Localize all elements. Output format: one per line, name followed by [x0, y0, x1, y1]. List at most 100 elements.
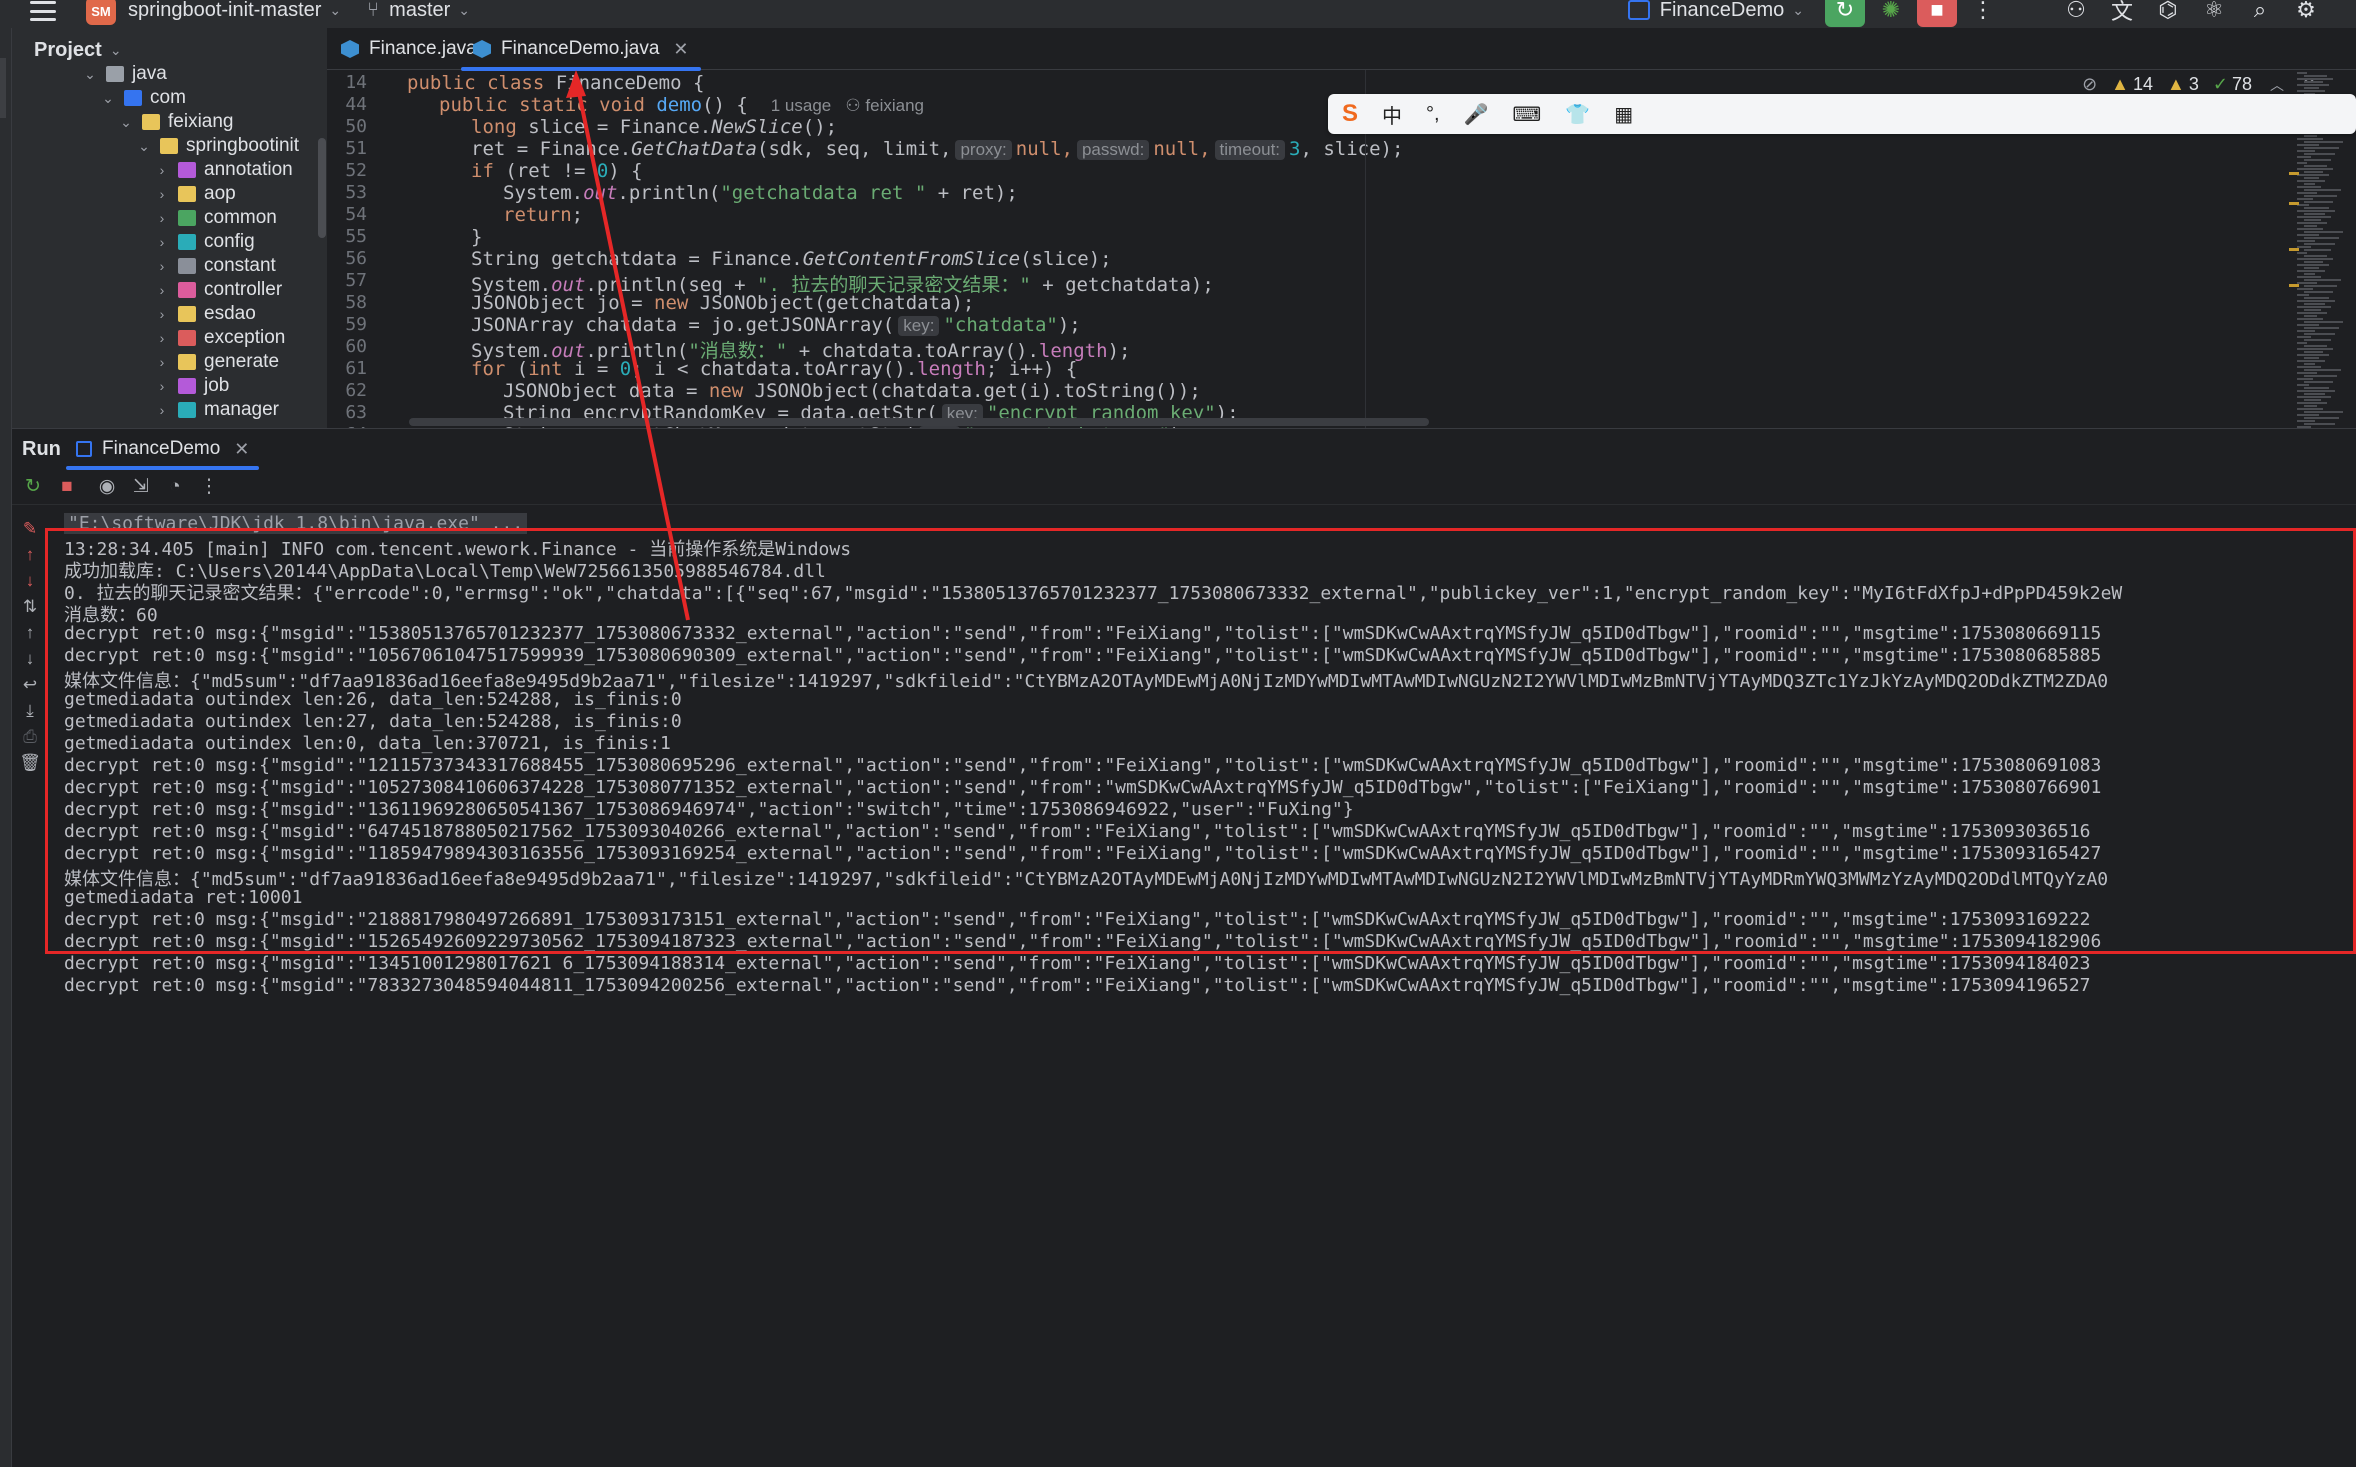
up-stack-icon[interactable]: ↑: [18, 543, 42, 567]
chevron-right-icon[interactable]: ›: [152, 162, 172, 178]
tree-node-springbootinit[interactable]: ⌄ springbootinit: [134, 134, 299, 158]
chevron-right-icon[interactable]: ›: [152, 186, 172, 202]
run-config-selector[interactable]: FinanceDemo ⌄: [1627, 0, 1804, 22]
code-line[interactable]: System.out.println("getchatdata ret " + …: [503, 182, 1018, 204]
chevron-right-icon[interactable]: ›: [152, 354, 172, 370]
sticky-line-method[interactable]: public static void demo() { 1 usage ⚇ fe…: [439, 94, 924, 116]
chevron-down-icon[interactable]: ⌄: [116, 114, 136, 131]
ime-keyboard-icon[interactable]: ⌨: [1512, 102, 1541, 127]
annotation-highlight-box: [45, 528, 2356, 954]
print-icon[interactable]: ⎙: [18, 725, 42, 749]
tree-node-job[interactable]: › job: [152, 374, 230, 398]
tree-node-annotation[interactable]: › annotation: [152, 158, 293, 182]
scroll-down-icon[interactable]: ↓: [18, 647, 42, 671]
ime-toolbox-icon[interactable]: ▦: [1614, 102, 1633, 127]
tree-node-manager[interactable]: › manager: [152, 398, 279, 422]
package-folder-icon: [178, 354, 196, 370]
code-line[interactable]: String getchatdata = Finance.GetContentF…: [471, 248, 1112, 270]
down-stack-icon[interactable]: ↓: [18, 569, 42, 593]
chevron-right-icon[interactable]: ›: [152, 234, 172, 250]
close-run-tab-icon[interactable]: ✕: [234, 439, 249, 460]
ime-skin-icon[interactable]: 👕: [1565, 102, 1590, 127]
chevron-right-icon[interactable]: ›: [152, 378, 172, 394]
tree-node-java[interactable]: ⌄ java: [80, 62, 167, 86]
author-inlay[interactable]: feixiang: [865, 96, 924, 115]
code-line[interactable]: JSONObject data = new JSONObject(chatdat…: [503, 380, 1201, 402]
run-tab-financedemo[interactable]: FinanceDemo ✕: [66, 429, 260, 470]
chevron-right-icon[interactable]: ›: [152, 330, 172, 346]
code-line[interactable]: JSONObject jo = new JSONObject(getchatda…: [471, 292, 974, 314]
code-line[interactable]: ret = Finance.GetChatData(sdk, seq, limi…: [471, 138, 1403, 160]
scroll-up-icon[interactable]: ↑: [18, 621, 42, 645]
chevron-right-icon[interactable]: ›: [152, 258, 172, 274]
editor-horizontal-scrollbar[interactable]: [409, 418, 1429, 426]
code-line[interactable]: }: [471, 226, 482, 248]
tree-node-feixiang[interactable]: ⌄ feixiang: [116, 110, 233, 134]
tree-node-esdao[interactable]: › esdao: [152, 302, 256, 326]
sort-icon[interactable]: ⇅: [18, 595, 42, 619]
sogou-logo-icon[interactable]: S: [1342, 100, 1358, 128]
restore-layout-icon[interactable]: ⇲: [126, 472, 156, 502]
stop-icon[interactable]: ■: [52, 472, 82, 502]
git-branch-icon[interactable]: ⑂: [367, 0, 379, 22]
chevron-down-icon[interactable]: ⌄: [329, 2, 341, 19]
camera-icon[interactable]: ◉: [92, 472, 122, 502]
code-line[interactable]: return;: [503, 204, 583, 226]
code-line[interactable]: if (ret != 0) {: [471, 160, 643, 182]
tree-node-generate[interactable]: › generate: [152, 350, 279, 374]
chevron-down-icon[interactable]: ⌄: [98, 90, 118, 107]
main-menu-icon[interactable]: [30, 1, 56, 21]
tab-financedemo-java[interactable]: FinanceDemo.java ✕: [461, 28, 701, 71]
sticky-line-class[interactable]: public class FinanceDemo {: [407, 72, 704, 94]
git-branch-name[interactable]: master: [389, 0, 450, 22]
more-icon[interactable]: ⋮: [194, 472, 224, 502]
rerun-icon[interactable]: ↻: [18, 472, 48, 502]
tree-node-controller[interactable]: › controller: [152, 278, 283, 302]
chevron-right-icon[interactable]: ›: [152, 210, 172, 226]
tree-node-aop[interactable]: › aop: [152, 182, 236, 206]
profiler-icon[interactable]: ◔: [160, 472, 190, 502]
project-badge[interactable]: SM: [86, 0, 116, 25]
chevron-down-icon[interactable]: ⌄: [458, 2, 470, 19]
close-tab-icon[interactable]: ✕: [673, 39, 688, 60]
chevron-right-icon[interactable]: ›: [152, 306, 172, 322]
ai-assistant-icon[interactable]: ⚛: [2194, 0, 2234, 27]
tree-node-common[interactable]: › common: [152, 206, 277, 230]
project-scrollbar[interactable]: [318, 138, 326, 238]
chevron-down-icon[interactable]: ⌄: [134, 138, 154, 155]
stop-button[interactable]: ■: [1917, 0, 1957, 27]
settings-gear-icon[interactable]: ⚙: [2286, 0, 2326, 27]
usages-inlay[interactable]: 1 usage: [771, 96, 832, 115]
chevron-down-icon[interactable]: ⌄: [110, 42, 122, 59]
rerun-button[interactable]: ↻: [1825, 0, 1865, 27]
scroll-to-end-icon[interactable]: ⤓: [18, 699, 42, 723]
chevron-right-icon[interactable]: ›: [152, 402, 172, 418]
ime-chinese-mode[interactable]: 中: [1382, 100, 1402, 129]
tree-node-config[interactable]: › config: [152, 230, 255, 254]
reader-mode-icon[interactable]: ⊘: [2082, 74, 2097, 95]
code-line[interactable]: for (int i = 0; i < chatdata.toArray().l…: [471, 358, 1077, 380]
code-line[interactable]: JSONArray chatdata = jo.getJSONArray(key…: [471, 314, 1081, 336]
chevron-down-icon[interactable]: ⌄: [80, 66, 100, 83]
clear-marker-icon[interactable]: ✎: [18, 517, 42, 541]
project-panel-header[interactable]: Project ⌄: [12, 28, 327, 72]
debug-button[interactable]: ✺: [1871, 0, 1911, 27]
translate-icon[interactable]: 文: [2102, 0, 2142, 27]
soft-wrap-icon[interactable]: ↩: [18, 673, 42, 697]
code-line[interactable]: long slice = Finance.NewSlice();: [471, 116, 837, 138]
chevron-right-icon[interactable]: ›: [152, 282, 172, 298]
tree-node-com[interactable]: ⌄ com: [98, 86, 186, 110]
trash-icon[interactable]: 🗑: [18, 751, 42, 775]
inspection-widget[interactable]: ⊘ ▲ 14 ▲ 3 ✓ 78 ︿ ﹀: [2082, 74, 2316, 95]
search-icon[interactable]: ⌕: [2240, 0, 2280, 27]
ime-voice-icon[interactable]: 🎤: [1464, 102, 1489, 127]
tree-node-constant[interactable]: › constant: [152, 254, 276, 278]
code-with-me-icon[interactable]: ⌬: [2148, 0, 2188, 27]
more-actions-icon[interactable]: ⋮: [1963, 0, 2003, 27]
tree-node-exception[interactable]: › exception: [152, 326, 286, 350]
ime-punctuation-icon[interactable]: °,: [1426, 103, 1440, 126]
previous-problem-icon[interactable]: ︿: [2270, 75, 2284, 95]
add-user-icon[interactable]: ⚇: [2056, 0, 2096, 27]
project-name[interactable]: springboot-init-master: [128, 0, 321, 22]
tab-finance-java[interactable]: Finance.java: [341, 28, 477, 70]
